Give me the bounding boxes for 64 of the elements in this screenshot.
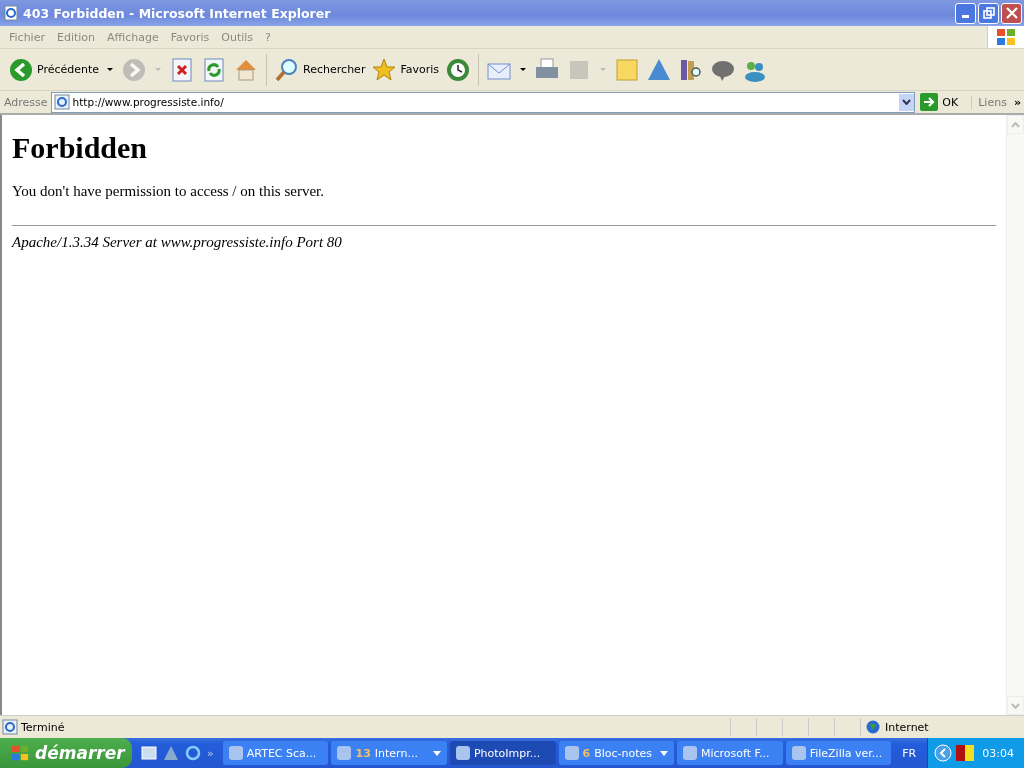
taskbar-button[interactable]: Microsoft F... — [677, 741, 783, 765]
caret-icon — [432, 750, 441, 756]
chevron-left-icon[interactable] — [934, 744, 953, 762]
taskbar-button[interactable]: 6 Bloc-notes — [558, 741, 674, 765]
address-label: Adresse — [4, 95, 48, 109]
note-icon — [614, 56, 640, 83]
taskbar-button[interactable]: ARTEC Sca... — [222, 741, 329, 765]
tray-app-icon[interactable] — [956, 745, 975, 761]
dropdown-arrow-icon[interactable] — [107, 68, 114, 71]
restore-button[interactable] — [978, 2, 999, 24]
scrollbar[interactable] — [1006, 115, 1024, 715]
app-icon — [564, 746, 579, 760]
dropdown-arrow-icon[interactable] — [520, 68, 526, 71]
clock: 03:04 — [982, 746, 1014, 760]
page-icon — [53, 94, 70, 110]
taskbar-button[interactable]: PhotoImpr... — [449, 741, 556, 765]
zone-text: Internet — [885, 720, 929, 734]
page-icon — [2, 719, 18, 735]
menu-item[interactable]: Fichier — [4, 30, 50, 44]
address-dropdown-button[interactable] — [899, 93, 915, 111]
window-title: 403 Forbidden - Microsoft Internet Explorer — [23, 5, 332, 21]
page-heading: Forbidden — [12, 131, 149, 165]
go-button[interactable]: OK — [918, 93, 969, 111]
globe-icon — [866, 720, 880, 734]
document-icon — [3, 5, 19, 21]
start-button[interactable]: démarrer — [0, 738, 133, 768]
browser-icon[interactable] — [185, 745, 202, 761]
chevron-up-icon — [1011, 121, 1020, 128]
menu-item[interactable]: Edition — [51, 30, 100, 44]
address-field[interactable]: http://www.progressiste.info/ — [50, 91, 916, 113]
minimize-button[interactable] — [955, 2, 976, 24]
chevron-button[interactable]: » — [207, 746, 214, 760]
app-icon — [337, 746, 352, 760]
server-signature: Apache/1.3.34 Server at www.progressiste.info Port 80 — [12, 234, 343, 251]
star-icon — [371, 56, 398, 83]
caret-icon — [660, 750, 668, 756]
back-button[interactable]: Précédente — [6, 54, 102, 85]
close-button[interactable] — [1001, 2, 1022, 24]
chevron-down-icon — [1011, 702, 1020, 709]
status-text: Terminé — [21, 720, 66, 734]
taskbar-button[interactable]: 13 Intern... — [331, 741, 447, 765]
error-message: You don't have permission to access / on this server. — [12, 183, 325, 200]
pyramid-icon[interactable] — [163, 745, 180, 761]
close-icon — [1005, 7, 1018, 19]
language-indicator[interactable]: FR — [894, 746, 925, 760]
minimize-icon — [962, 15, 969, 18]
links-button[interactable]: Liens — [971, 95, 1011, 109]
menu-item[interactable]: ? — [260, 30, 276, 44]
menu-item[interactable]: Favoris — [165, 30, 215, 44]
chevron-down-icon — [902, 99, 912, 105]
search-button[interactable]: Rechercher — [272, 54, 368, 85]
favorites-button[interactable]: Favoris — [369, 54, 441, 85]
chevron-button[interactable]: » — [1013, 95, 1024, 109]
app-icon — [228, 746, 243, 760]
app-icon — [791, 746, 806, 760]
restore-icon — [982, 7, 995, 19]
history-icon — [445, 56, 471, 83]
menu-item[interactable]: Affichage — [102, 30, 164, 44]
menu-item[interactable]: Outils — [216, 30, 259, 44]
windows-logo — [10, 744, 30, 762]
desktop-icon[interactable] — [141, 745, 158, 761]
app-icon — [683, 746, 697, 760]
taskbar-button[interactable]: FileZilla ver... — [785, 741, 892, 765]
app-icon — [455, 746, 470, 760]
